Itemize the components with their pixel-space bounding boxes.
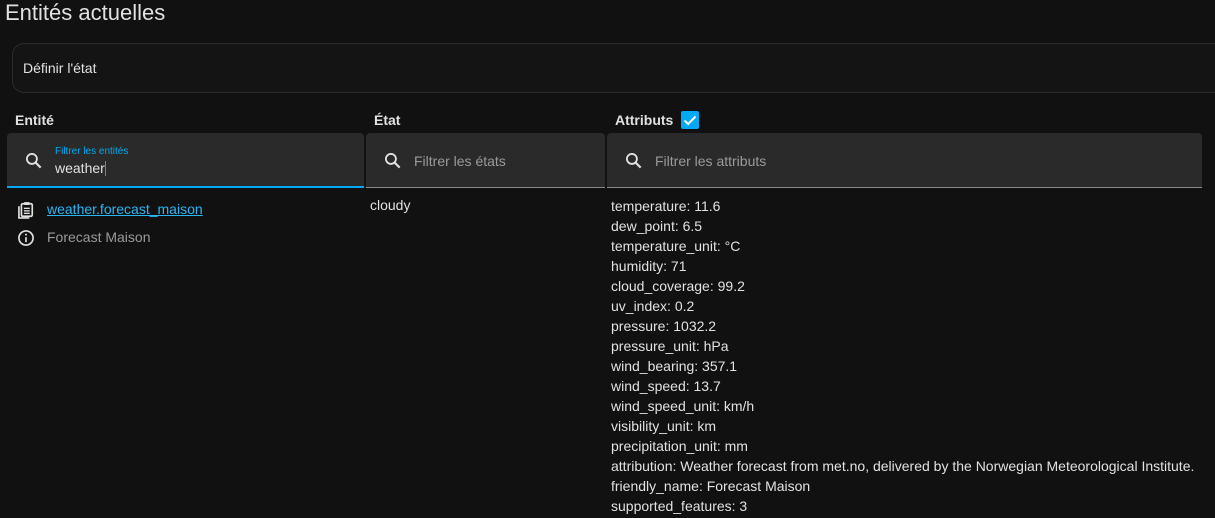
entity-filter-underline <box>7 186 364 188</box>
search-icon <box>24 151 44 176</box>
info-circle-icon[interactable] <box>16 228 36 253</box>
attribute-item: supported_features: 3 <box>611 498 748 514</box>
attributes-list: temperature: 11.6 dew_point: 6.5 tempera… <box>611 196 1194 516</box>
attribute-item: cloud_coverage: 99.2 <box>611 278 745 294</box>
entity-id-link[interactable]: weather.forecast_maison <box>47 201 203 217</box>
attribute-item: visibility_unit: km <box>611 418 717 434</box>
attribute-item: wind_speed_unit: km/h <box>611 398 755 414</box>
set-state-expander[interactable]: Définir l'état <box>12 43 1215 93</box>
search-icon <box>624 151 644 176</box>
column-header-attributes: Attributs <box>615 112 674 128</box>
set-state-label: Définir l'état <box>23 60 97 76</box>
attribute-item: pressure_unit: hPa <box>611 338 729 354</box>
attribute-item: precipitation_unit: mm <box>611 438 748 454</box>
attributes-checkbox[interactable] <box>681 111 699 129</box>
check-icon <box>683 115 697 126</box>
clipboard-list-icon[interactable] <box>16 200 36 225</box>
attributes-filter-placeholder: Filtrer les attributs <box>655 153 767 169</box>
state-filter-placeholder: Filtrer les états <box>414 153 506 169</box>
entity-friendly-name: Forecast Maison <box>47 229 151 245</box>
column-header-state: État <box>374 112 401 128</box>
attribute-item: temperature: 11.6 <box>611 198 721 214</box>
attribute-item: uv_index: 0.2 <box>611 298 695 314</box>
attribute-item: dew_point: 6.5 <box>611 218 703 234</box>
attribute-item: attribution: Weather forecast from met.n… <box>611 458 1195 474</box>
attributes-filter-underline <box>607 187 1202 188</box>
attribute-item: pressure: 1032.2 <box>611 318 717 334</box>
state-filter-underline <box>366 187 605 188</box>
entity-filter-input[interactable]: Filtrer les entités weather <box>7 133 364 188</box>
attribute-item: temperature_unit: °C <box>611 238 741 254</box>
attributes-filter-input[interactable]: Filtrer les attributs <box>607 133 1202 188</box>
search-icon <box>383 151 403 176</box>
entity-filter-label: Filtrer les entités <box>55 146 129 157</box>
attribute-item: friendly_name: Forecast Maison <box>611 478 811 494</box>
attribute-item: humidity: 71 <box>611 258 687 274</box>
page-title: Entités actuelles <box>5 0 166 25</box>
entity-state-value: cloudy <box>370 197 411 213</box>
column-header-entity: Entité <box>15 112 54 128</box>
entity-filter-value: weather <box>55 160 106 176</box>
attribute-item: wind_bearing: 357.1 <box>611 358 738 374</box>
state-filter-input[interactable]: Filtrer les états <box>366 133 605 188</box>
attribute-item: wind_speed: 13.7 <box>611 378 721 394</box>
